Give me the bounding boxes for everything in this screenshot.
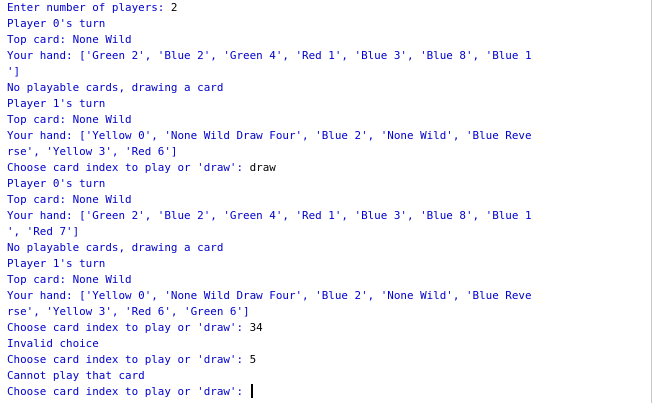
console-output-text: rse', 'Yellow 3', 'Red 6', 'Green 6'] bbox=[7, 305, 250, 318]
console-line: Your hand: ['Yellow 0', 'None Wild Draw … bbox=[7, 128, 651, 144]
console-output-text: Enter number of players: bbox=[7, 1, 171, 14]
console-output-text: Choose card index to play or 'draw': bbox=[7, 353, 250, 366]
console-line: rse', 'Yellow 3', 'Red 6'] bbox=[7, 144, 651, 160]
console-output-text: Top card: None Wild bbox=[7, 33, 132, 46]
console-user-input: 34 bbox=[249, 321, 263, 334]
console-output[interactable]: Enter number of players: 2 Player 0's tur… bbox=[0, 0, 652, 403]
console-lines: Enter number of players: 2 Player 0's tur… bbox=[7, 0, 651, 400]
console-line: Your hand: ['Yellow 0', 'None Wild Draw … bbox=[7, 288, 651, 304]
console-line: Your hand: ['Green 2', 'Blue 2', 'Green … bbox=[7, 208, 651, 224]
console-user-input: 2 bbox=[170, 1, 178, 14]
console-output-text: Invalid choice bbox=[7, 337, 99, 350]
console-line: ', 'Red 7'] bbox=[7, 224, 651, 240]
console-line: No playable cards, drawing a card bbox=[7, 240, 651, 256]
console-output-text: Choose card index to play or 'draw': bbox=[7, 161, 250, 174]
console-output-text: Top card: None Wild bbox=[7, 193, 132, 206]
console-line: Invalid choice bbox=[7, 336, 651, 352]
console-user-input: 5 bbox=[249, 353, 257, 366]
console-line: Player 1's turn bbox=[7, 96, 651, 112]
console-output-text: Player 1's turn bbox=[7, 257, 106, 270]
console-line: Choose card index to play or 'draw': bbox=[7, 384, 651, 400]
text-cursor bbox=[250, 384, 253, 398]
console-output-text: Your hand: ['Green 2', 'Blue 2', 'Green … bbox=[7, 209, 532, 222]
console-line: Top card: None Wild bbox=[7, 192, 651, 208]
console-line: rse', 'Yellow 3', 'Red 6', 'Green 6'] bbox=[7, 304, 651, 320]
console-output-text: Cannot play that card bbox=[7, 369, 145, 382]
console-output-text: Your hand: ['Yellow 0', 'None Wild Draw … bbox=[7, 289, 532, 302]
console-output-text: Your hand: ['Green 2', 'Blue 2', 'Green … bbox=[7, 49, 532, 62]
console-line: Choose card index to play or 'draw': dra… bbox=[7, 160, 651, 176]
console-output-text: No playable cards, drawing a card bbox=[7, 241, 224, 254]
console-line: Player 0's turn bbox=[7, 16, 651, 32]
console-line: Top card: None Wild bbox=[7, 272, 651, 288]
console-output-text: rse', 'Yellow 3', 'Red 6'] bbox=[7, 145, 178, 158]
console-line: Your hand: ['Green 2', 'Blue 2', 'Green … bbox=[7, 48, 651, 64]
console-output-text: Player 0's turn bbox=[7, 177, 106, 190]
console-line: No playable cards, drawing a card bbox=[7, 80, 651, 96]
console-output-text: '] bbox=[7, 65, 21, 78]
console-line: Player 1's turn bbox=[7, 256, 651, 272]
console-user-input: draw bbox=[249, 161, 276, 174]
console-line: Enter number of players: 2 bbox=[7, 0, 651, 16]
console-output-text: Top card: None Wild bbox=[7, 273, 132, 286]
console-line: '] bbox=[7, 64, 651, 80]
console-output-text: No playable cards, drawing a card bbox=[7, 81, 224, 94]
console-output-text: Choose card index to play or 'draw': bbox=[7, 385, 250, 398]
console-output-text: ', 'Red 7'] bbox=[7, 225, 80, 238]
console-output-text: Player 0's turn bbox=[7, 17, 106, 30]
console-line: Top card: None Wild bbox=[7, 112, 651, 128]
console-line: Top card: None Wild bbox=[7, 32, 651, 48]
console-line: Choose card index to play or 'draw': 5 bbox=[7, 352, 651, 368]
console-line: Player 0's turn bbox=[7, 176, 651, 192]
console-line: Cannot play that card bbox=[7, 368, 651, 384]
console-output-text: Choose card index to play or 'draw': bbox=[7, 321, 250, 334]
console-output-text: Top card: None Wild bbox=[7, 113, 132, 126]
console-line: Choose card index to play or 'draw': 34 bbox=[7, 320, 651, 336]
console-output-text: Your hand: ['Yellow 0', 'None Wild Draw … bbox=[7, 129, 532, 142]
console-output-text: Player 1's turn bbox=[7, 97, 106, 110]
